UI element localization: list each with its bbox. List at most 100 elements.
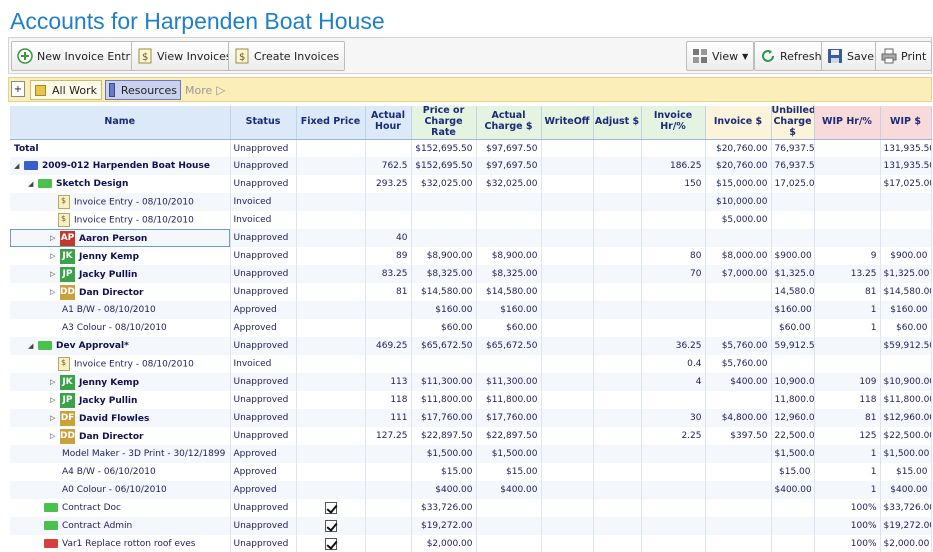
row-adjust[interactable] [593,355,642,374]
row-inv-hr[interactable] [641,301,706,320]
table-row[interactable]: ◢ Sketch Design Unapproved 293.25 $32,025.00… [10,175,932,194]
table-row[interactable]: A3 Colour - 08/10/2010 Approved $60.00 $60.… [10,319,932,338]
row-writeoff[interactable] [541,319,594,338]
column-header[interactable]: Adjust $ [593,106,642,140]
row-name-cell[interactable]: ▷ JP Jacky Pullin [10,391,231,410]
row-inv-hr[interactable]: 0.4 [641,355,706,374]
row-name-cell[interactable]: Total [10,139,231,158]
row-writeoff[interactable] [541,445,594,464]
row-adjust[interactable] [593,463,642,482]
row-name-cell[interactable]: A1 B/W - 08/10/2010 [10,301,231,320]
row-name-cell[interactable]: ▷ JK Jenny Kemp [10,247,231,266]
row-adjust[interactable] [593,283,642,302]
column-header[interactable]: Fixed Price [296,106,366,140]
row-inv-hr[interactable] [641,391,706,410]
column-header[interactable]: Unbilled Charge $ [771,106,815,140]
row-fixed-price[interactable] [296,247,366,266]
row-inv-hr[interactable] [641,319,706,338]
row-name-cell[interactable]: Invoice Entry - 08/10/2010 [10,211,231,230]
row-inv-hr[interactable] [641,229,706,248]
row-writeoff[interactable] [541,391,594,410]
row-writeoff[interactable] [541,409,594,428]
table-row[interactable]: Contract Doc Unapproved $33,726.00 100% $33,… [10,499,932,518]
row-adjust[interactable] [593,193,642,212]
row-inv-hr[interactable]: 36.25 [641,337,706,356]
save-button[interactable]: Save [821,41,881,71]
print-button[interactable]: Print [875,41,933,71]
collapse-arrow-icon[interactable]: ◢ [28,180,38,188]
row-inv-hr[interactable] [641,193,706,212]
row-adjust[interactable] [593,373,642,392]
row-adjust[interactable] [593,139,642,158]
create-invoices-button[interactable]: $ Create Invoices [228,41,346,71]
row-inv-hr[interactable]: 80 [641,247,706,266]
table-row[interactable]: A0 Colour - 06/10/2010 Approved $400.00 $40… [10,481,932,500]
row-name-cell[interactable]: ◢ Sketch Design [10,175,231,194]
row-name-cell[interactable]: Invoice Entry - 08/10/2010 [10,355,231,374]
new-invoice-entry-button[interactable]: New Invoice Entry [11,41,143,71]
column-header[interactable]: Invoice $ [705,106,772,140]
row-writeoff[interactable] [541,211,594,230]
row-writeoff[interactable] [541,337,594,356]
row-fixed-price[interactable] [296,229,366,248]
expand-all-button[interactable]: + [11,81,25,97]
row-adjust[interactable] [593,229,642,248]
table-row[interactable]: ◢ Dev Approval* Unapproved 469.25 $65,672.50… [10,337,932,356]
table-row[interactable]: ▷ JK Jenny Kemp Unapproved 89 $8,900.00 $8,900… [10,247,932,266]
row-writeoff[interactable] [541,517,594,536]
expand-arrow-icon[interactable]: ▷ [50,378,60,386]
column-header[interactable]: Status [230,106,297,140]
row-adjust[interactable] [593,499,642,518]
row-fixed-price[interactable] [296,373,366,392]
expand-arrow-icon[interactable]: ▷ [50,414,60,422]
expand-arrow-icon[interactable]: ▷ [50,432,60,440]
row-adjust[interactable] [593,445,642,464]
row-adjust[interactable] [593,247,642,266]
row-inv-hr[interactable]: 4 [641,373,706,392]
row-fixed-price[interactable] [296,481,366,500]
table-row[interactable]: A4 B/W - 06/10/2010 Approved $15.00 $15.00 $… [10,463,932,482]
collapse-arrow-icon[interactable]: ◢ [28,342,38,350]
column-header[interactable]: WriteOff [541,106,594,140]
row-adjust[interactable] [593,481,642,500]
expand-arrow-icon[interactable]: ▷ [50,288,60,296]
row-inv-hr[interactable] [641,139,706,158]
expand-arrow-icon[interactable]: ▷ [50,270,60,278]
row-inv-hr[interactable]: 186.25 [641,157,706,176]
tab-all-work[interactable]: All Work [30,80,102,100]
row-fixed-price[interactable] [296,337,366,356]
row-fixed-price[interactable] [296,445,366,464]
row-writeoff[interactable] [541,229,594,248]
fixed-price-checkbox[interactable] [324,538,337,551]
table-row[interactable]: ▷ JP Jacky Pullin Unapproved 118 $11,800.00 $1… [10,391,932,410]
row-inv-hr[interactable] [641,499,706,518]
table-row[interactable]: ◢ 2009-012 Harpenden Boat House Unapproved… [10,157,932,176]
column-header[interactable]: Actual Charge $ [476,106,542,140]
row-writeoff[interactable] [541,193,594,212]
row-name-cell[interactable]: Contract Doc [10,499,231,518]
row-adjust[interactable] [593,535,642,552]
table-row[interactable]: A1 B/W - 08/10/2010 Approved $160.00 $160.0… [10,301,932,320]
column-header[interactable]: Price or Charge Rate [411,106,477,140]
row-inv-hr[interactable]: 150 [641,175,706,194]
column-header[interactable]: Invoice Hr/% [641,106,706,140]
table-row[interactable]: Total Unapproved $152,695.50 $97,697.50 $20,… [10,139,932,158]
row-inv-hr[interactable] [641,481,706,500]
row-writeoff[interactable] [541,535,594,552]
row-adjust[interactable] [593,175,642,194]
table-row[interactable]: ▷ DD Dan Director Unapproved 81 $14,580.00 $14… [10,283,932,302]
row-fixed-price[interactable] [296,535,366,552]
table-row[interactable]: ▷ DD Dan Director Unapproved 127.25 $22,897.5… [10,427,932,446]
row-adjust[interactable] [593,391,642,410]
row-writeoff[interactable] [541,373,594,392]
row-name-cell[interactable]: ▷ AP Aaron Person [10,229,231,248]
table-row[interactable]: Contract Admin Unapproved $19,272.00 100% $1… [10,517,932,536]
row-inv-hr[interactable] [641,283,706,302]
row-fixed-price[interactable] [296,139,366,158]
row-fixed-price[interactable] [296,265,366,284]
table-row[interactable]: ▷ AP Aaron Person Unapproved 40 [10,229,932,248]
expand-arrow-icon[interactable]: ▷ [50,252,60,260]
row-adjust[interactable] [593,427,642,446]
row-fixed-price[interactable] [296,319,366,338]
table-row[interactable]: Var1 Replace rotton roof eves Unapproved $… [10,535,932,552]
